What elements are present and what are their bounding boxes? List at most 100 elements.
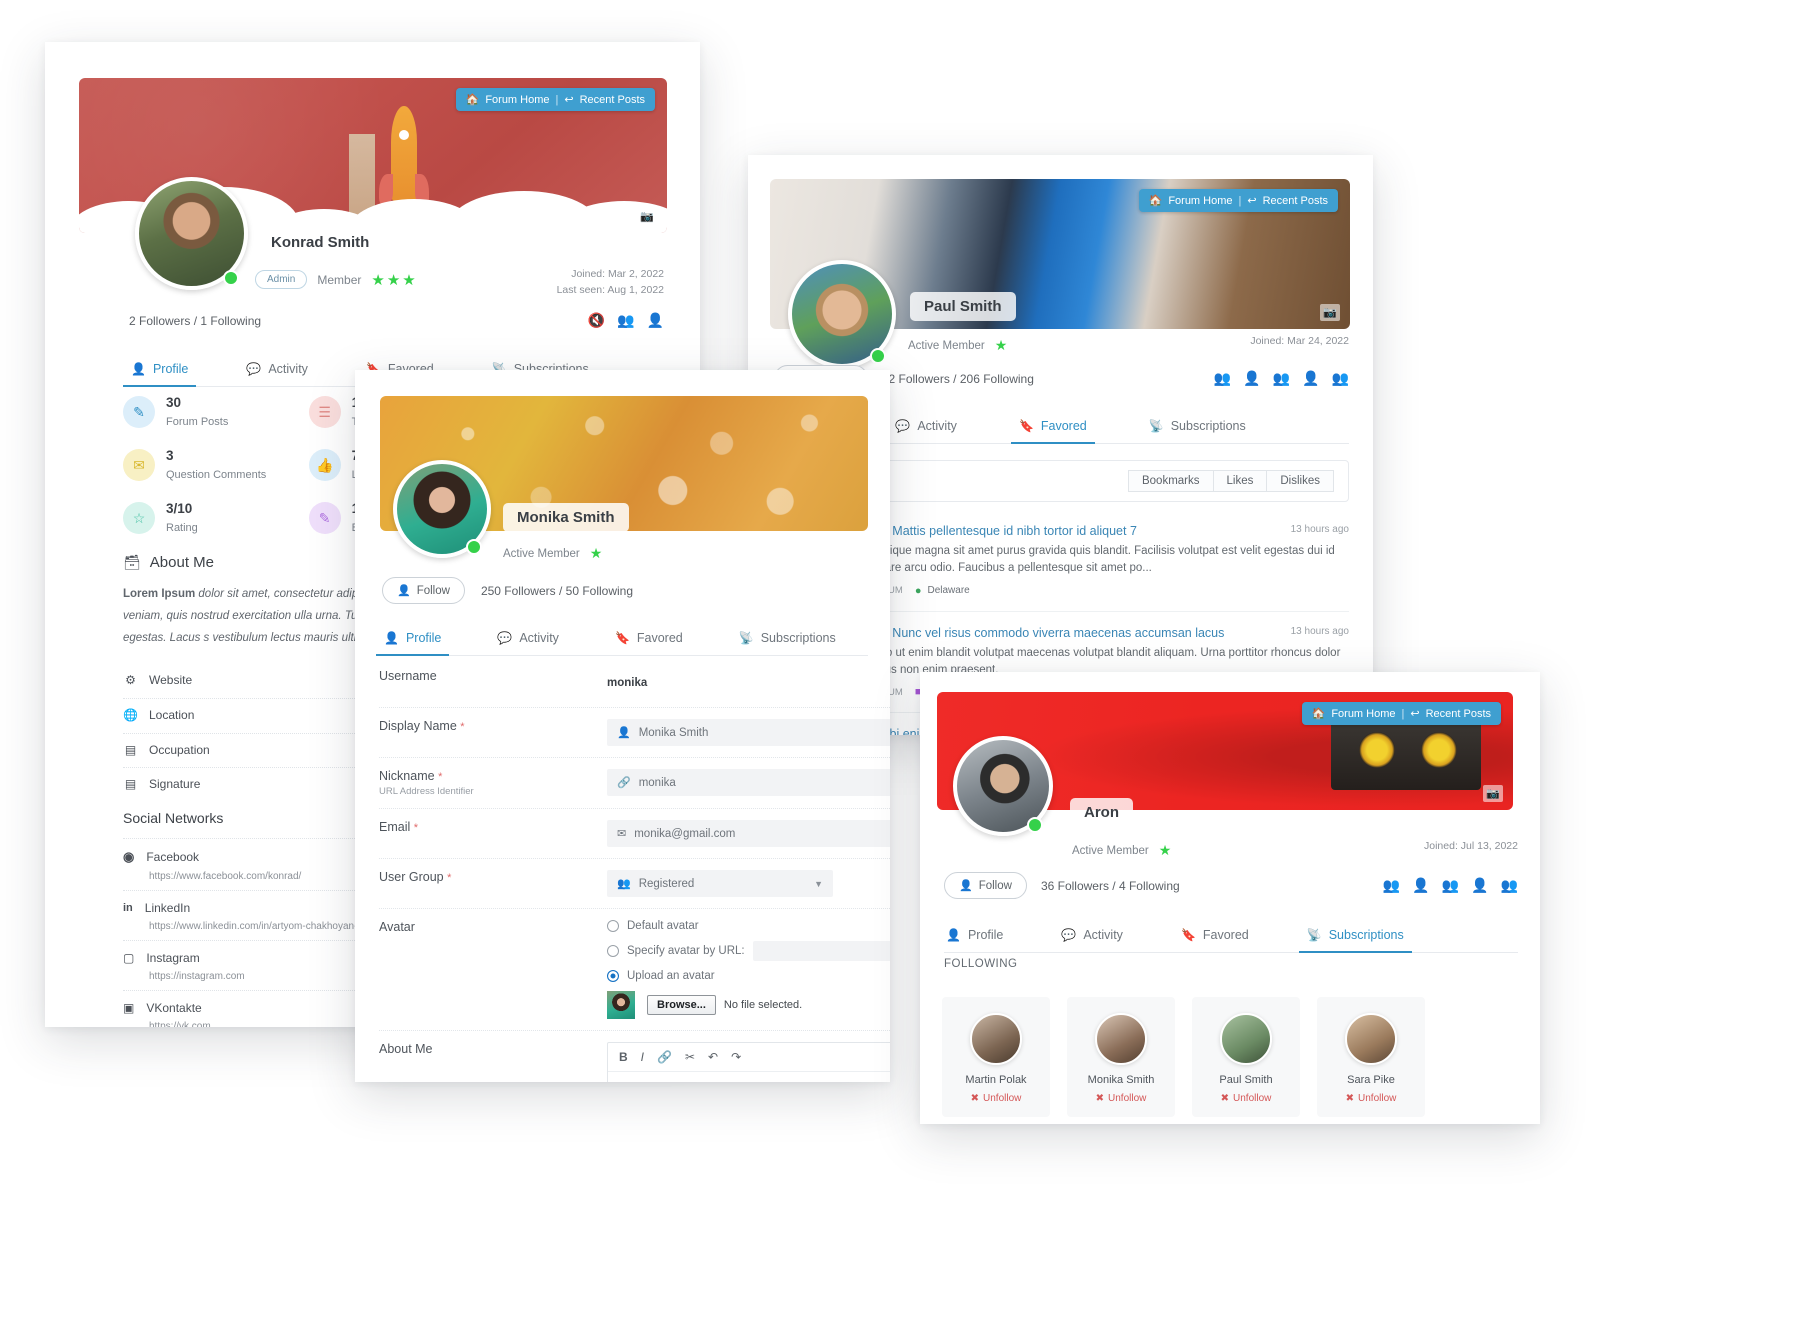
- tab-favored[interactable]: 🔖 Favored: [1010, 411, 1095, 444]
- link-icon[interactable]: 🔗: [657, 1050, 672, 1064]
- friends-icon[interactable]: 👥: [1273, 370, 1290, 387]
- tab-profile[interactable]: 👤 Profile: [944, 920, 1005, 952]
- following-card[interactable]: Monika Smith ✖ Unfollow: [1067, 997, 1175, 1117]
- tab-activity[interactable]: 💬 Activity: [1059, 920, 1125, 952]
- report-icon[interactable]: 👥: [1332, 370, 1349, 387]
- italic-icon[interactable]: I: [641, 1050, 644, 1064]
- undo-icon[interactable]: ↶: [708, 1050, 718, 1064]
- unfollow-action[interactable]: ✖ Unfollow: [1073, 1093, 1169, 1104]
- tab-profile[interactable]: 👤 Profile: [122, 354, 197, 387]
- followers-count-aron: 36 Followers / 4 Following: [1040, 878, 1180, 893]
- mute-icon[interactable]: 🔇: [588, 312, 605, 329]
- following-card[interactable]: Sara Pike ✖ Unfollow: [1317, 997, 1425, 1117]
- radio-upload-avatar[interactable]: [607, 970, 619, 982]
- follow-button-aron[interactable]: 👤 Follow: [944, 872, 1027, 899]
- tab-subscriptions[interactable]: 📡 Subscriptions: [737, 623, 838, 655]
- forum-link[interactable]: ● Delaware: [915, 585, 970, 597]
- bookmark-title[interactable]: RE: Nunc vel risus commodo viverra maece…: [868, 626, 1224, 640]
- tabs-aron[interactable]: 👤 Profile 💬 Activity 🔖 Favored 📡 Subscri…: [944, 920, 1518, 953]
- add-friend-icon[interactable]: 👥: [1383, 877, 1400, 894]
- tab-subscriptions[interactable]: 📡 Subscriptions: [1147, 411, 1248, 443]
- tab-subscriptions[interactable]: 📡 Subscriptions: [1298, 920, 1412, 953]
- forum-home-link[interactable]: Forum Home: [1168, 195, 1232, 207]
- stat-label: Forum Posts: [166, 416, 229, 428]
- editor-toolbar[interactable]: B I 🔗 ✂ ↶ ↷: [608, 1043, 890, 1072]
- message-icon[interactable]: 👤: [1243, 370, 1260, 387]
- following-avatar[interactable]: [1095, 1013, 1147, 1065]
- avatar-url-input[interactable]: [752, 941, 890, 961]
- block-icon[interactable]: 👤: [1471, 877, 1488, 894]
- follow-button-monika[interactable]: 👤 Follow: [382, 577, 465, 604]
- radio-specify-url[interactable]: [607, 945, 619, 957]
- cover-nav-konrad[interactable]: 🏠 Forum Home | ↩ Recent Posts: [455, 88, 655, 111]
- unlink-icon[interactable]: ✂: [685, 1050, 695, 1064]
- change-cover-image-icon[interactable]: 📷: [1483, 785, 1503, 802]
- about-me-editor[interactable]: B I 🔗 ✂ ↶ ↷ Lorem ipsum dolor sit amet, …: [607, 1042, 890, 1082]
- avatar-option-default[interactable]: Default avatar: [607, 920, 890, 932]
- tab-activity[interactable]: 💬 Activity: [495, 623, 561, 655]
- unfollow-action[interactable]: ✖ Unfollow: [948, 1093, 1044, 1104]
- following-name[interactable]: Monika Smith: [1073, 1074, 1169, 1086]
- forum-home-link[interactable]: Forum Home: [485, 94, 549, 106]
- unfollow-action[interactable]: ✖ Unfollow: [1198, 1093, 1294, 1104]
- following-name[interactable]: Paul Smith: [1198, 1074, 1294, 1086]
- email-input[interactable]: ✉ monika@gmail.com: [607, 820, 890, 847]
- add-friend-icon[interactable]: 👥: [1214, 370, 1231, 387]
- forum-home-link[interactable]: Forum Home: [1331, 708, 1395, 720]
- display-name-input[interactable]: 👤 Monika Smith: [607, 719, 890, 746]
- about-me-heading: 🗃 About Me: [123, 554, 214, 571]
- recent-posts-link[interactable]: Recent Posts: [1426, 708, 1491, 720]
- pill-likes[interactable]: Likes: [1212, 470, 1268, 492]
- friends-icon[interactable]: 👥: [1442, 877, 1459, 894]
- bold-icon[interactable]: B: [619, 1050, 628, 1064]
- forum-dot-icon: ●: [914, 584, 922, 597]
- avatar-option-upload[interactable]: Upload an avatar: [607, 970, 890, 982]
- followers-count-monika: 250 Followers / 50 Following: [480, 583, 634, 598]
- recent-posts-link[interactable]: Recent Posts: [1263, 195, 1328, 207]
- user-group-select[interactable]: 👥 Registered ▼: [607, 870, 833, 897]
- message-icon[interactable]: 👤: [647, 312, 664, 329]
- change-cover-image-icon[interactable]: 📷: [1320, 304, 1340, 321]
- nickname-input[interactable]: 🔗 monika: [607, 769, 890, 796]
- avatar-konrad[interactable]: [135, 177, 248, 290]
- unfollow-action[interactable]: ✖ Unfollow: [1323, 1093, 1419, 1104]
- form-label-text: Display Name: [379, 719, 457, 733]
- tab-favored[interactable]: 🔖 Favored: [1179, 920, 1251, 952]
- user-icon: 👤: [617, 727, 631, 739]
- favored-filter-pills[interactable]: Bookmarks Likes Dislikes: [1127, 470, 1334, 492]
- redo-icon[interactable]: ↷: [731, 1050, 741, 1064]
- pill-dislikes[interactable]: Dislikes: [1266, 470, 1334, 492]
- tab-profile[interactable]: 👤 Profile: [375, 623, 450, 656]
- tab-activity[interactable]: 💬 Activity: [244, 354, 310, 386]
- tab-favored[interactable]: 🔖 Favored: [613, 623, 685, 655]
- block-icon[interactable]: 👤: [1302, 370, 1319, 387]
- following-card[interactable]: Paul Smith ✖ Unfollow: [1192, 997, 1300, 1117]
- following-avatar[interactable]: [1345, 1013, 1397, 1065]
- browse-button[interactable]: Browse...: [647, 995, 716, 1015]
- avatar-paul[interactable]: [788, 260, 896, 368]
- cover-nav-aron[interactable]: 🏠 Forum Home | ↩ Recent Posts: [1301, 702, 1501, 725]
- avatar-aron[interactable]: [953, 736, 1053, 836]
- following-avatar[interactable]: [1220, 1013, 1272, 1065]
- tabs-monika[interactable]: 👤 Profile 💬 Activity 🔖 Favored 📡 Subscri…: [375, 623, 868, 656]
- cover-nav-paul[interactable]: 🏠 Forum Home | ↩ Recent Posts: [1138, 189, 1338, 212]
- home-icon: 🏠: [465, 94, 480, 106]
- radio-default-avatar[interactable]: [607, 920, 619, 932]
- pill-bookmarks[interactable]: Bookmarks: [1127, 470, 1214, 492]
- add-friend-icon[interactable]: 👥: [617, 312, 634, 329]
- report-icon[interactable]: 👥: [1501, 877, 1518, 894]
- tab-activity[interactable]: 💬 Activity: [893, 411, 959, 443]
- bookmark-title[interactable]: RE: Mattis pellentesque id nibh tortor i…: [868, 524, 1137, 538]
- change-cover-image-icon[interactable]: 📷: [637, 208, 657, 225]
- message-icon[interactable]: 👤: [1412, 877, 1429, 894]
- avatar-monika[interactable]: [393, 460, 491, 558]
- recent-posts-link[interactable]: Recent Posts: [580, 94, 645, 106]
- following-name[interactable]: Sara Pike: [1323, 1074, 1419, 1086]
- following-card[interactable]: Martin Polak ✖ Unfollow: [942, 997, 1050, 1117]
- following-avatar[interactable]: [970, 1013, 1022, 1065]
- pencil-icon: ✎: [123, 396, 155, 428]
- avatar-option-url[interactable]: Specify avatar by URL:: [607, 941, 890, 961]
- following-name[interactable]: Martin Polak: [948, 1074, 1044, 1086]
- editor-content[interactable]: Lorem ipsum dolor sit amet, consectetur …: [608, 1072, 890, 1082]
- form-label: Display Name *: [379, 719, 607, 733]
